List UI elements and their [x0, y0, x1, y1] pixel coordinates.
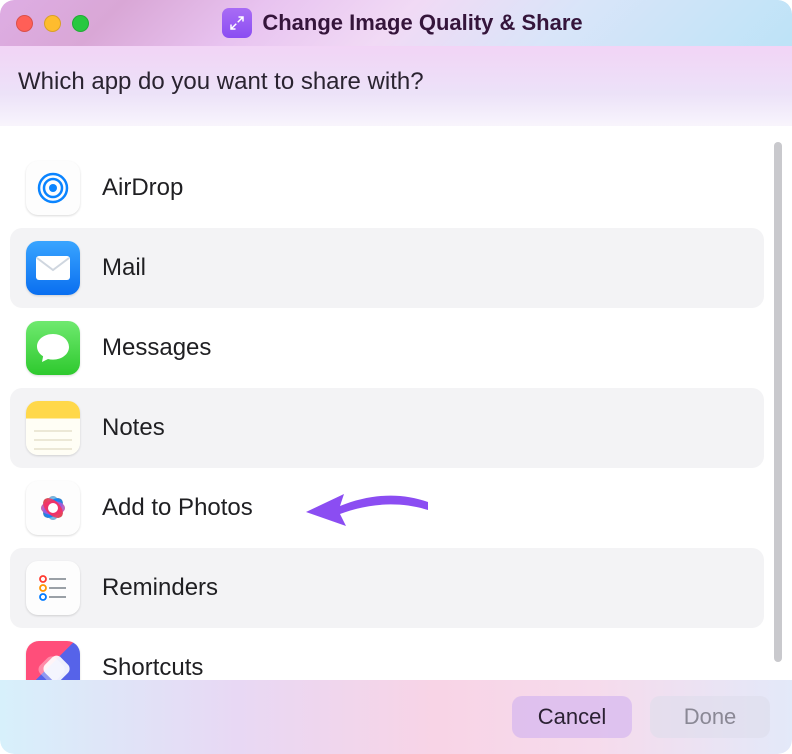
app-label: Notes [102, 414, 165, 442]
app-label: Messages [102, 334, 211, 362]
app-list-container: AirDrop Mail Messages [0, 126, 792, 680]
app-label: Reminders [102, 574, 218, 602]
app-row-photos[interactable]: Add to Photos [10, 468, 764, 548]
scrollbar[interactable] [774, 142, 782, 662]
footer: Cancel Done [0, 680, 792, 754]
dialog-window: Change Image Quality & Share Which app d… [0, 0, 792, 754]
app-list: AirDrop Mail Messages [10, 148, 764, 680]
reminders-icon [26, 561, 80, 615]
window-title: Change Image Quality & Share [262, 10, 582, 36]
app-row-airdrop[interactable]: AirDrop [10, 148, 764, 228]
airdrop-icon [26, 161, 80, 215]
app-row-notes[interactable]: Notes [10, 388, 764, 468]
shortcuts-icon [26, 641, 80, 680]
prompt-text: Which app do you want to share with? [0, 46, 792, 126]
messages-icon [26, 321, 80, 375]
app-row-messages[interactable]: Messages [10, 308, 764, 388]
app-icon [222, 8, 252, 38]
title-wrap: Change Image Quality & Share [29, 8, 776, 38]
app-label: Mail [102, 254, 146, 282]
mail-icon [26, 241, 80, 295]
app-label: AirDrop [102, 174, 183, 202]
notes-icon [26, 401, 80, 455]
cancel-button[interactable]: Cancel [512, 696, 632, 738]
app-row-mail[interactable]: Mail [10, 228, 764, 308]
photos-icon [26, 481, 80, 535]
app-row-shortcuts[interactable]: Shortcuts [10, 628, 764, 680]
done-button[interactable]: Done [650, 696, 770, 738]
app-row-reminders[interactable]: Reminders [10, 548, 764, 628]
app-label: Add to Photos [102, 494, 253, 522]
titlebar: Change Image Quality & Share [0, 0, 792, 46]
app-label: Shortcuts [102, 654, 203, 680]
